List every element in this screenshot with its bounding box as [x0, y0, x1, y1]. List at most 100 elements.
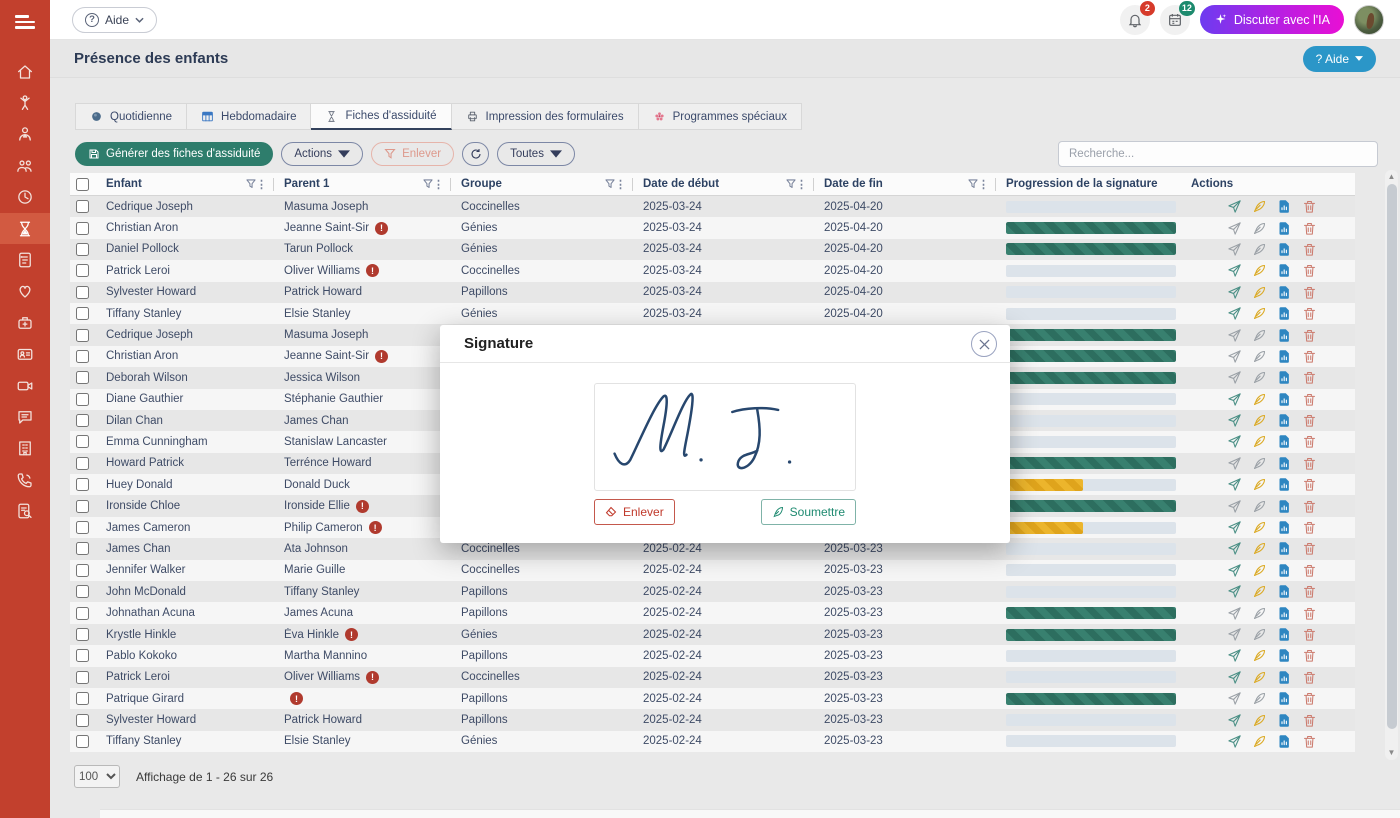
- row-checkbox[interactable]: [76, 371, 89, 384]
- row-checkbox[interactable]: [76, 500, 89, 513]
- page-help-button[interactable]: ? Aide: [1303, 46, 1376, 72]
- tab-2[interactable]: Fiches d'assiduité: [311, 103, 451, 130]
- sign-action-button[interactable]: [1252, 328, 1267, 343]
- delete-action-button[interactable]: [1302, 413, 1317, 428]
- row-checkbox[interactable]: [76, 286, 89, 299]
- report-action-button[interactable]: [1277, 306, 1292, 321]
- report-action-button[interactable]: [1277, 263, 1292, 278]
- generate-sheets-button[interactable]: Générer des fiches d'assiduité: [75, 142, 273, 166]
- search-input[interactable]: [1058, 141, 1378, 167]
- report-action-button[interactable]: [1277, 713, 1292, 728]
- vertical-scrollbar[interactable]: ▲ ▼: [1385, 170, 1398, 760]
- send-action-button[interactable]: [1227, 263, 1242, 278]
- send-action-button[interactable]: [1227, 691, 1242, 706]
- delete-action-button[interactable]: [1302, 221, 1317, 236]
- row-checkbox[interactable]: [76, 585, 89, 598]
- row-checkbox[interactable]: [76, 393, 89, 406]
- sign-action-button[interactable]: [1252, 434, 1267, 449]
- sign-action-button[interactable]: [1252, 499, 1267, 514]
- report-action-button[interactable]: [1277, 349, 1292, 364]
- row-checkbox[interactable]: [76, 649, 89, 662]
- row-checkbox[interactable]: [76, 222, 89, 235]
- tab-0[interactable]: Quotidienne: [75, 103, 187, 130]
- refresh-button[interactable]: [462, 142, 489, 166]
- scrollbar-thumb[interactable]: [1387, 184, 1397, 729]
- sidebar-item-medkit[interactable]: [0, 307, 50, 338]
- page-size-select[interactable]: 100: [74, 765, 120, 788]
- report-action-button[interactable]: [1277, 606, 1292, 621]
- delete-action-button[interactable]: [1302, 349, 1317, 364]
- row-checkbox[interactable]: [76, 200, 89, 213]
- send-action-button[interactable]: [1227, 541, 1242, 556]
- report-action-button[interactable]: [1277, 627, 1292, 642]
- row-checkbox[interactable]: [76, 329, 89, 342]
- send-action-button[interactable]: [1227, 713, 1242, 728]
- sign-action-button[interactable]: [1252, 627, 1267, 642]
- row-checkbox[interactable]: [76, 264, 89, 277]
- send-action-button[interactable]: [1227, 306, 1242, 321]
- report-action-button[interactable]: [1277, 670, 1292, 685]
- sign-action-button[interactable]: [1252, 670, 1267, 685]
- report-action-button[interactable]: [1277, 328, 1292, 343]
- report-action-button[interactable]: [1277, 563, 1292, 578]
- sign-action-button[interactable]: [1252, 221, 1267, 236]
- delete-action-button[interactable]: [1302, 499, 1317, 514]
- delete-action-button[interactable]: [1302, 713, 1317, 728]
- send-action-button[interactable]: [1227, 606, 1242, 621]
- report-action-button[interactable]: [1277, 413, 1292, 428]
- delete-action-button[interactable]: [1302, 691, 1317, 706]
- report-action-button[interactable]: [1277, 434, 1292, 449]
- delete-action-button[interactable]: [1302, 477, 1317, 492]
- delete-action-button[interactable]: [1302, 285, 1317, 300]
- send-action-button[interactable]: [1227, 392, 1242, 407]
- delete-action-button[interactable]: [1302, 627, 1317, 642]
- column-menu-icon[interactable]: ⋮: [615, 178, 626, 191]
- column-menu-icon[interactable]: ⋮: [433, 178, 444, 191]
- delete-action-button[interactable]: [1302, 328, 1317, 343]
- select-all-checkbox[interactable]: [76, 178, 89, 191]
- sidebar-item-chat[interactable]: [0, 401, 50, 432]
- sidebar-item-phone[interactable]: [0, 464, 50, 495]
- report-action-button[interactable]: [1277, 691, 1292, 706]
- send-action-button[interactable]: [1227, 563, 1242, 578]
- send-action-button[interactable]: [1227, 349, 1242, 364]
- sign-action-button[interactable]: [1252, 456, 1267, 471]
- delete-action-button[interactable]: [1302, 306, 1317, 321]
- row-checkbox[interactable]: [76, 628, 89, 641]
- sign-action-button[interactable]: [1252, 541, 1267, 556]
- ai-chat-button[interactable]: Discuter avec l'IA: [1200, 5, 1344, 34]
- send-action-button[interactable]: [1227, 370, 1242, 385]
- send-action-button[interactable]: [1227, 648, 1242, 663]
- column-menu-icon[interactable]: ⋮: [796, 178, 807, 191]
- remove-filter-button[interactable]: Enlever: [371, 142, 454, 166]
- report-action-button[interactable]: [1277, 392, 1292, 407]
- row-checkbox[interactable]: [76, 735, 89, 748]
- sidebar-item-camera[interactable]: [0, 370, 50, 401]
- column-menu-icon[interactable]: ⋮: [978, 178, 989, 191]
- column-menu-icon[interactable]: ⋮: [256, 178, 267, 191]
- signature-remove-button[interactable]: Enlever: [594, 499, 675, 525]
- sign-action-button[interactable]: [1252, 584, 1267, 599]
- actions-dropdown-button[interactable]: Actions: [281, 142, 363, 166]
- sidebar-item-heart[interactable]: [0, 276, 50, 307]
- filter-all-dropdown-button[interactable]: Toutes: [497, 142, 575, 166]
- send-action-button[interactable]: [1227, 285, 1242, 300]
- row-checkbox[interactable]: [76, 671, 89, 684]
- delete-action-button[interactable]: [1302, 242, 1317, 257]
- delete-action-button[interactable]: [1302, 392, 1317, 407]
- signature-submit-button[interactable]: Soumettre: [761, 499, 856, 525]
- delete-action-button[interactable]: [1302, 563, 1317, 578]
- sign-action-button[interactable]: [1252, 520, 1267, 535]
- delete-action-button[interactable]: [1302, 199, 1317, 214]
- sign-action-button[interactable]: [1252, 349, 1267, 364]
- row-checkbox[interactable]: [76, 714, 89, 727]
- row-checkbox[interactable]: [76, 350, 89, 363]
- send-action-button[interactable]: [1227, 199, 1242, 214]
- report-action-button[interactable]: [1277, 584, 1292, 599]
- send-action-button[interactable]: [1227, 328, 1242, 343]
- report-action-button[interactable]: [1277, 221, 1292, 236]
- send-action-button[interactable]: [1227, 670, 1242, 685]
- report-action-button[interactable]: [1277, 477, 1292, 492]
- send-action-button[interactable]: [1227, 499, 1242, 514]
- send-action-button[interactable]: [1227, 520, 1242, 535]
